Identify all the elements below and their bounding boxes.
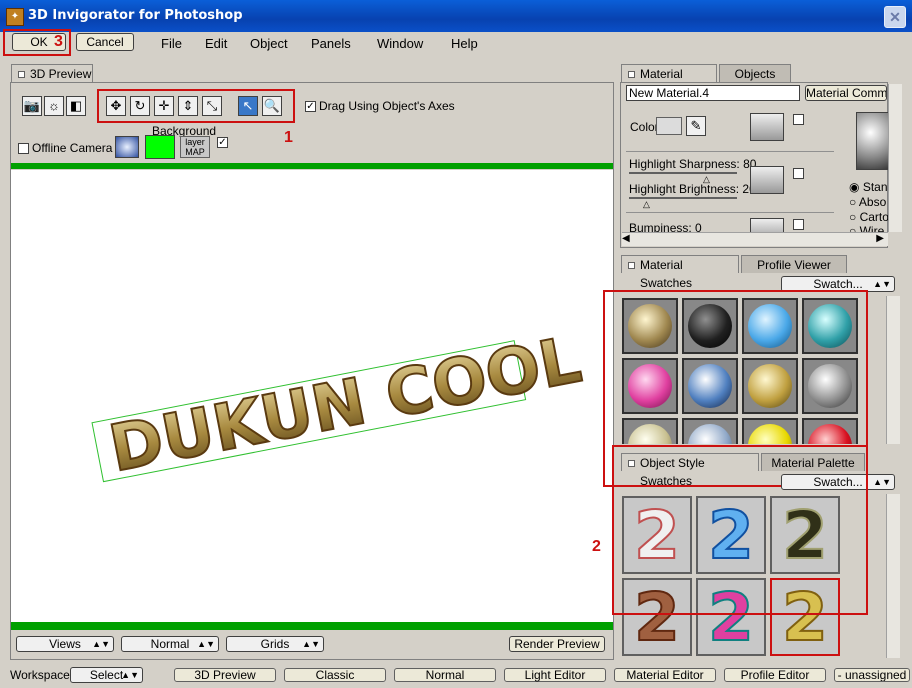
zoom-icon[interactable]: 🔍 <box>262 96 282 116</box>
light-icon[interactable]: ☼ <box>44 96 64 116</box>
workspace-profile-editor-button[interactable]: Profile Editor <box>724 668 826 682</box>
background-checkbox[interactable]: ✓ <box>217 137 228 148</box>
preview-top-bar <box>11 163 613 169</box>
annotation-1: 1 <box>284 129 293 146</box>
workspace-select-dropdown[interactable]: Select ▲▼ <box>70 667 143 683</box>
title-bar: ✦ 3D Invigorator for Photoshop ✕ <box>0 0 912 32</box>
rotate-icon[interactable]: ↻ <box>130 96 150 116</box>
menu-window[interactable]: Window <box>377 36 423 51</box>
material-editor-vscroll[interactable] <box>888 84 902 232</box>
highlight-map-preview[interactable] <box>750 166 784 194</box>
divider-2 <box>626 212 834 213</box>
workspace-3d-preview-button[interactable]: 3D Preview <box>174 668 276 682</box>
menu-panels[interactable]: Panels <box>311 36 351 51</box>
radio-wireframe[interactable]: ○ Wire <box>849 224 884 232</box>
move-icon[interactable]: ✥ <box>106 96 126 116</box>
layer-map-button[interactable]: layer MAP <box>180 136 210 158</box>
cancel-button[interactable]: Cancel <box>76 33 134 51</box>
material-comments-button[interactable]: Material Comm <box>805 85 887 101</box>
workspace-light-editor-button[interactable]: Light Editor <box>504 668 606 682</box>
color-swatch[interactable] <box>656 117 682 135</box>
tab-material-swatches[interactable]: Material Swatches <box>621 255 739 290</box>
scene-3d-text: DUKUN COOL <box>104 323 587 487</box>
material-editor-hscroll[interactable]: ◀ ▶ <box>622 232 888 246</box>
annotation-2: 2 <box>592 538 601 555</box>
radio-absolute[interactable]: ○ Abso <box>849 195 886 209</box>
highlight-brightness-label: Highlight Brightness: 20 <box>629 182 756 196</box>
radio-standard[interactable]: ◉ Stan <box>849 180 888 194</box>
bump-map-checkbox[interactable] <box>793 219 804 230</box>
object-style-vscroll[interactable] <box>886 494 900 658</box>
workspace-normal-button[interactable]: Normal <box>394 668 496 682</box>
offline-camera-label: Offline Camera <box>32 141 113 155</box>
render-preview-button[interactable]: Render Preview <box>509 636 605 652</box>
bump-map-preview[interactable] <box>750 218 784 232</box>
scale-icon[interactable]: ⤡ <box>202 96 222 116</box>
tab-3d-preview[interactable]: 3D Preview <box>11 64 93 82</box>
window-title: 3D Invigorator for Photoshop <box>28 8 243 23</box>
select-arrow-icon[interactable]: ↖ <box>238 96 258 116</box>
close-icon[interactable]: ✕ <box>884 6 906 28</box>
menu-file[interactable]: File <box>161 36 182 51</box>
radio-cartoon[interactable]: ○ Carto <box>849 210 889 224</box>
grids-dropdown[interactable]: Grids ▲▼ <box>226 636 324 652</box>
eyedropper-icon[interactable]: ✎ <box>686 116 706 136</box>
object-styles-highlight-box <box>612 445 868 615</box>
scene-svg: DUKUN COOL <box>91 322 588 488</box>
app-icon: ✦ <box>6 8 24 26</box>
material-swatch-vscroll[interactable] <box>886 296 900 444</box>
environment-icon[interactable] <box>115 136 139 158</box>
views-dropdown[interactable]: Views ▲▼ <box>16 636 114 652</box>
color-label: Color <box>630 120 659 134</box>
tab-objects[interactable]: Objects <box>719 64 791 82</box>
drag-axes-checkbox[interactable]: ✓ <box>305 101 316 112</box>
workspace-unassigned-button[interactable]: - unassigned <box>834 668 910 682</box>
material-preview-sphere <box>856 112 892 170</box>
cube-icon[interactable]: ◧ <box>66 96 86 116</box>
camera-icon[interactable]: 📷 <box>22 96 42 116</box>
divider-1 <box>626 151 834 152</box>
highlight-sharpness-label: Highlight Sharpness: 80 <box>629 157 757 171</box>
annotation-3: 3 <box>54 33 63 50</box>
workspace-classic-button[interactable]: Classic <box>284 668 386 682</box>
menu-help[interactable]: Help <box>451 36 478 51</box>
color-map-preview[interactable] <box>750 113 784 141</box>
preview-bottom-bar <box>11 622 613 630</box>
offline-camera-checkbox[interactable] <box>18 143 29 154</box>
highlight-map-checkbox[interactable] <box>793 168 804 179</box>
slider-thumb-icon[interactable]: △ <box>643 199 650 210</box>
workspace-label: Workspace: <box>10 668 74 682</box>
dolly-icon[interactable]: ⇕ <box>178 96 198 116</box>
material-name-field[interactable]: New Material.4 <box>626 85 800 101</box>
drag-axes-label: Drag Using Object's Axes <box>319 99 455 113</box>
tab-profile-viewer[interactable]: Profile Viewer <box>741 255 847 273</box>
preview-canvas[interactable]: DUKUN COOL <box>11 170 613 622</box>
pan-icon[interactable]: ✛ <box>154 96 174 116</box>
color-map-checkbox[interactable] <box>793 114 804 125</box>
background-color-swatch[interactable] <box>145 135 175 159</box>
highlight-sharpness-slider[interactable] <box>629 172 737 174</box>
menu-object[interactable]: Object <box>250 36 288 51</box>
normal-dropdown[interactable]: Normal ▲▼ <box>121 636 219 652</box>
tab-material-editor[interactable]: Material Editor <box>621 64 717 99</box>
menu-edit[interactable]: Edit <box>205 36 227 51</box>
workspace-material-editor-button[interactable]: Material Editor <box>614 668 716 682</box>
